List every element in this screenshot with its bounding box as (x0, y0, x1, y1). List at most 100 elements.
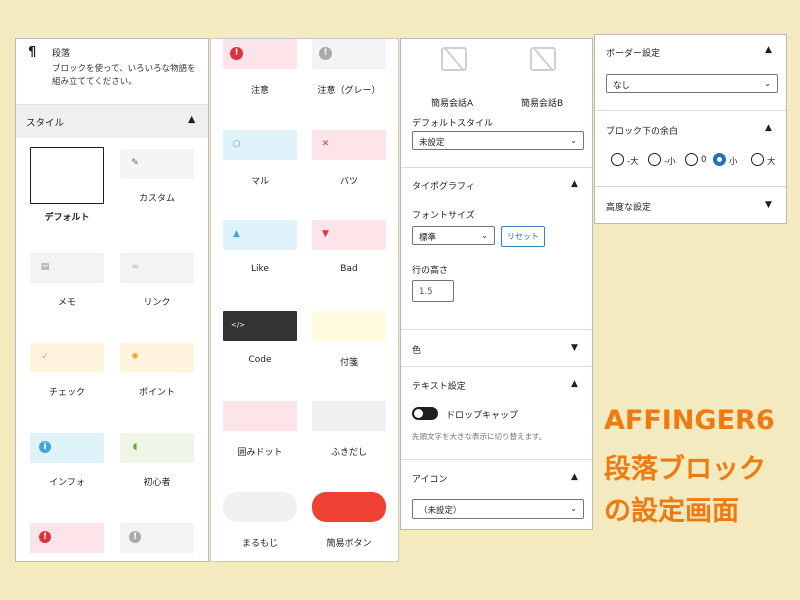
style-option[interactable]: ○ マル (223, 130, 297, 187)
style-option[interactable]: 簡易ボタン (312, 492, 386, 549)
style-option[interactable]: ✕ バツ (312, 130, 386, 187)
style-option[interactable]: まるもじ (223, 492, 297, 549)
style-option[interactable]: ふきだし (312, 401, 386, 458)
style-preview: ∞ (120, 253, 194, 283)
advanced-heading[interactable]: 高度な設定 (606, 200, 651, 213)
icon-select[interactable]: （未設定） ⌄ (412, 499, 584, 519)
style-option-label: ポイント (138, 388, 175, 398)
margin-radio[interactable] (648, 153, 661, 166)
margin-radio[interactable] (611, 153, 624, 166)
chevron-down-icon: ⌄ (764, 79, 771, 88)
block-inspector-panel: ¶ 段落 ブロックを使って、いろいろな物語を組み立ててください。 スタイル ▲ … (15, 38, 209, 562)
divider (401, 167, 592, 168)
style-option-label: 注意（グレー） (317, 86, 381, 96)
reset-button[interactable]: リセット (501, 226, 545, 247)
divider (595, 110, 786, 111)
styles-heading: スタイル (26, 118, 65, 129)
link-icon: ∞ (131, 262, 139, 272)
style-option-label: 注意 (250, 86, 269, 96)
style-option[interactable]: ✓ チェック (30, 343, 104, 398)
style-conversation-a[interactable]: 簡易会話A (431, 96, 473, 109)
chevron-up-icon[interactable]: ▲ (765, 123, 772, 133)
divider (401, 459, 592, 460)
margin-radio[interactable] (751, 153, 764, 166)
style-option-label: リンク (143, 298, 171, 308)
border-value: なし (613, 81, 631, 91)
style-option[interactable]: 囲みドット (223, 401, 297, 458)
styles-panel-toggle[interactable]: スタイル ▲ (16, 104, 208, 138)
style-preview: ▤ (30, 253, 104, 283)
style-option-label: 簡易ボタン (326, 539, 372, 549)
conversation-b-icon (530, 47, 556, 71)
alert-icon: ! (230, 47, 243, 60)
style-option-label: Bad (340, 264, 358, 274)
dropcap-label: ドロップキャップ (446, 411, 519, 421)
chevron-up-icon[interactable]: ▲ (765, 45, 772, 55)
chevron-up-icon: ▲ (188, 114, 196, 125)
style-preview: ! (30, 523, 104, 553)
style-preview (223, 492, 297, 522)
style-option-label: 付箋 (339, 358, 358, 368)
style-option-label: マル (250, 177, 269, 187)
chevron-down-icon: ⌄ (570, 136, 577, 145)
thumbs-down-icon: ▼ (322, 229, 329, 239)
line-height-label: 行の高さ (412, 266, 449, 276)
block-title: 段落 (52, 49, 71, 59)
style-preview (223, 401, 297, 431)
line-height-value: 1.5 (419, 287, 433, 297)
style-option[interactable]: ▤ メモ (30, 253, 104, 308)
caption-line-2: 段落ブロック (604, 454, 766, 485)
style-preview: ✎ (120, 149, 194, 179)
style-option[interactable]: ▼ Bad (312, 220, 386, 274)
chevron-up-icon[interactable]: ▲ (571, 179, 578, 189)
style-option[interactable]: 付箋 (312, 311, 386, 368)
chevron-up-icon[interactable]: ▲ (571, 379, 578, 389)
margin-radio-label: 大 (767, 157, 776, 167)
pencil-icon: ✎ (131, 158, 139, 168)
style-option[interactable]: ▲ Like (223, 220, 297, 274)
circle-icon: ○ (232, 139, 241, 149)
typography-heading[interactable]: タイポグラフィ (412, 179, 475, 192)
style-preview: ▼ (312, 220, 386, 250)
style-conversation-b[interactable]: 簡易会話B (521, 96, 563, 109)
chevron-down-icon[interactable]: ▼ (571, 343, 578, 353)
style-option[interactable]: ! 注意 (223, 39, 297, 96)
line-height-input[interactable]: 1.5 (412, 280, 454, 302)
info-icon: i (39, 441, 51, 453)
chevron-up-icon[interactable]: ▲ (571, 472, 578, 482)
icon-heading[interactable]: アイコン (412, 472, 448, 485)
font-size-value: 標準 (419, 233, 437, 243)
dropcap-toggle[interactable] (412, 407, 438, 420)
style-preview (312, 311, 386, 341)
default-style-select[interactable]: 未設定 ⌄ (412, 131, 584, 150)
chevron-down-icon[interactable]: ▼ (765, 200, 772, 210)
text-settings-heading[interactable]: テキスト設定 (412, 379, 466, 392)
color-heading[interactable]: 色 (412, 343, 421, 356)
style-option[interactable]: ✎ カスタム (120, 149, 194, 204)
conversation-a-icon (441, 47, 467, 71)
style-option-label: 囲みドット (237, 448, 283, 458)
style-preview: ✺ (120, 343, 194, 373)
style-option[interactable]: ∞ リンク (120, 253, 194, 308)
margin-heading[interactable]: ブロック下の余白 (606, 124, 678, 137)
style-option[interactable]: ! 注意（グレー） (312, 39, 386, 96)
style-option[interactable]: </> Code (223, 311, 297, 365)
alert-icon: ! (319, 47, 332, 60)
font-size-select[interactable]: 標準 ⌄ (412, 226, 495, 245)
dropcap-help: 先頭文字を大きな表示に切り替えます。 (412, 432, 547, 441)
style-option[interactable]: ✺ ポイント (120, 343, 194, 398)
border-select[interactable]: なし ⌄ (606, 74, 778, 93)
style-option[interactable]: デフォルト (30, 147, 104, 223)
margin-radio-label: -大 (627, 157, 639, 167)
margin-radio[interactable] (713, 153, 726, 166)
border-heading[interactable]: ボーダー設定 (606, 46, 660, 59)
style-option[interactable]: i インフォ (30, 433, 104, 488)
margin-radio[interactable] (685, 153, 698, 166)
style-option-label: Code (248, 355, 272, 365)
style-option[interactable]: ! (30, 523, 104, 561)
style-preview: </> (223, 311, 297, 341)
style-preview (312, 401, 386, 431)
style-option[interactable]: ◖ 初心者 (120, 433, 194, 488)
style-option[interactable]: ! (120, 523, 194, 561)
default-style-value: 未設定 (419, 138, 445, 148)
